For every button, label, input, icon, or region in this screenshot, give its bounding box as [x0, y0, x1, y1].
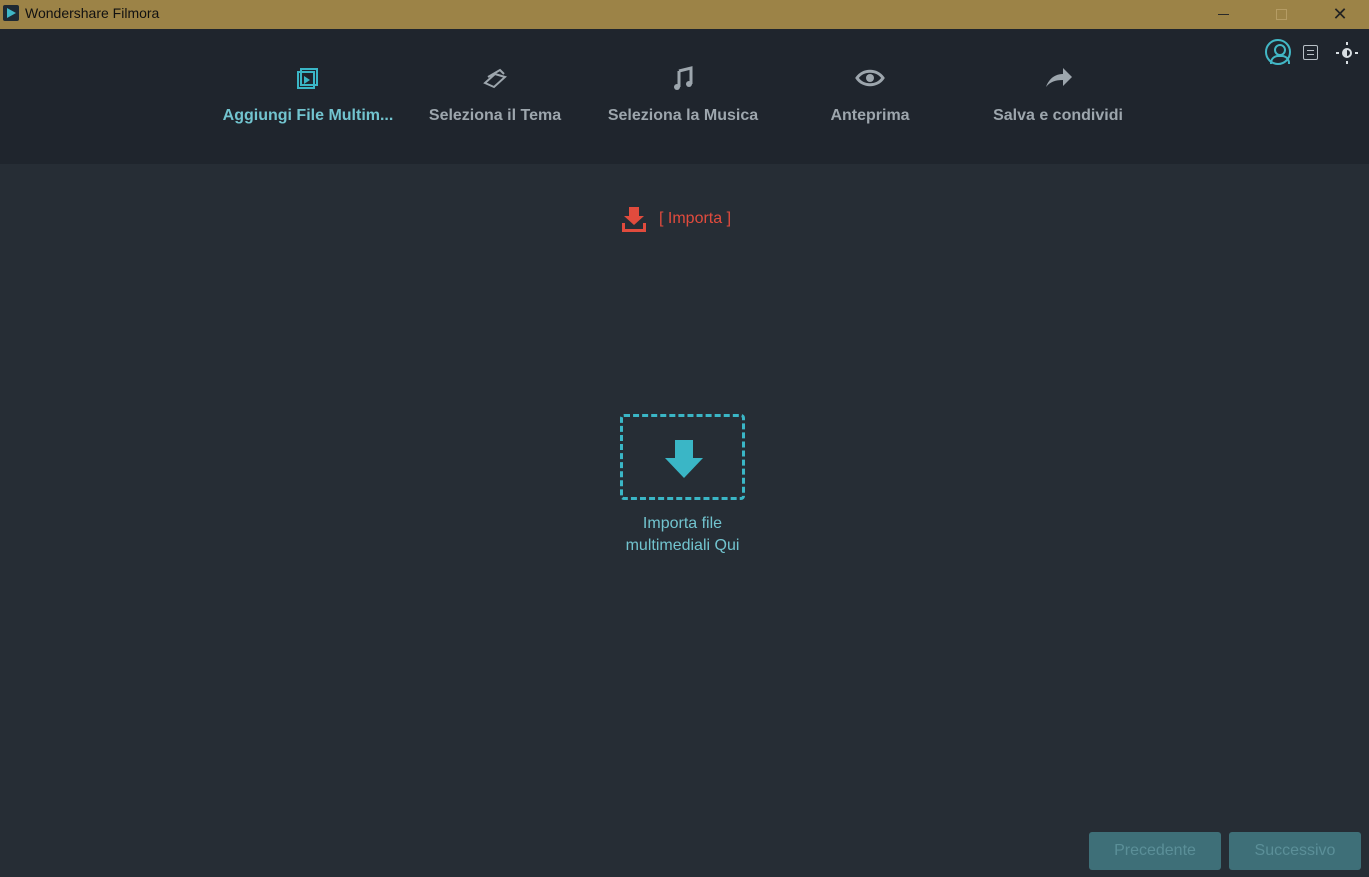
minimize-button[interactable]: [1200, 0, 1246, 29]
step-label: Seleziona il Tema: [428, 107, 562, 124]
media-dropzone[interactable]: [620, 414, 745, 500]
theme-icon: [483, 68, 507, 89]
step-label: Aggiungi File Multim...: [222, 107, 394, 124]
media-add-icon: [297, 68, 318, 89]
download-icon: [621, 205, 647, 233]
step-preview[interactable]: Anteprima: [775, 60, 965, 140]
import-label: [ Importa ]: [659, 210, 732, 227]
download-arrow-icon: [665, 440, 703, 480]
step-save-share[interactable]: Salva e condividi: [963, 60, 1153, 140]
step-label: Anteprima: [830, 107, 910, 124]
step-add-media[interactable]: Aggiungi File Multim...: [213, 60, 403, 140]
filmora-app-icon: [3, 5, 19, 21]
next-button[interactable]: Successivo: [1229, 832, 1361, 870]
title-bar: Wondershare Filmora ✕: [0, 0, 1369, 29]
minimize-icon: [1217, 14, 1229, 15]
theme-ray: [1346, 42, 1348, 45]
share-icon: [1046, 68, 1072, 87]
menu-icon[interactable]: [1303, 45, 1318, 60]
theme-core: [1342, 48, 1352, 58]
close-icon: ✕: [1332, 4, 1348, 24]
previous-button[interactable]: Precedente: [1089, 832, 1221, 870]
music-icon: [674, 66, 693, 90]
window-title: Wondershare Filmora: [25, 5, 160, 21]
theme-ray: [1355, 52, 1358, 54]
step-music[interactable]: Seleziona la Musica: [588, 60, 778, 140]
step-label: Salva e condividi: [993, 107, 1123, 124]
dropzone-instructions: Importa file multimediali Qui: [625, 515, 740, 554]
wizard-steps: Aggiungi File Multim... Seleziona il Tem…: [0, 60, 1369, 185]
step-theme[interactable]: Seleziona il Tema: [400, 60, 590, 140]
theme-ray: [1336, 52, 1339, 54]
import-button[interactable]: [ Importa ]: [621, 204, 731, 234]
maximize-icon: [1275, 9, 1287, 20]
eye-icon: [855, 69, 885, 87]
step-label: Seleziona la Musica: [607, 107, 759, 124]
maximize-button[interactable]: [1258, 0, 1304, 29]
close-button[interactable]: ✕: [1317, 0, 1363, 29]
